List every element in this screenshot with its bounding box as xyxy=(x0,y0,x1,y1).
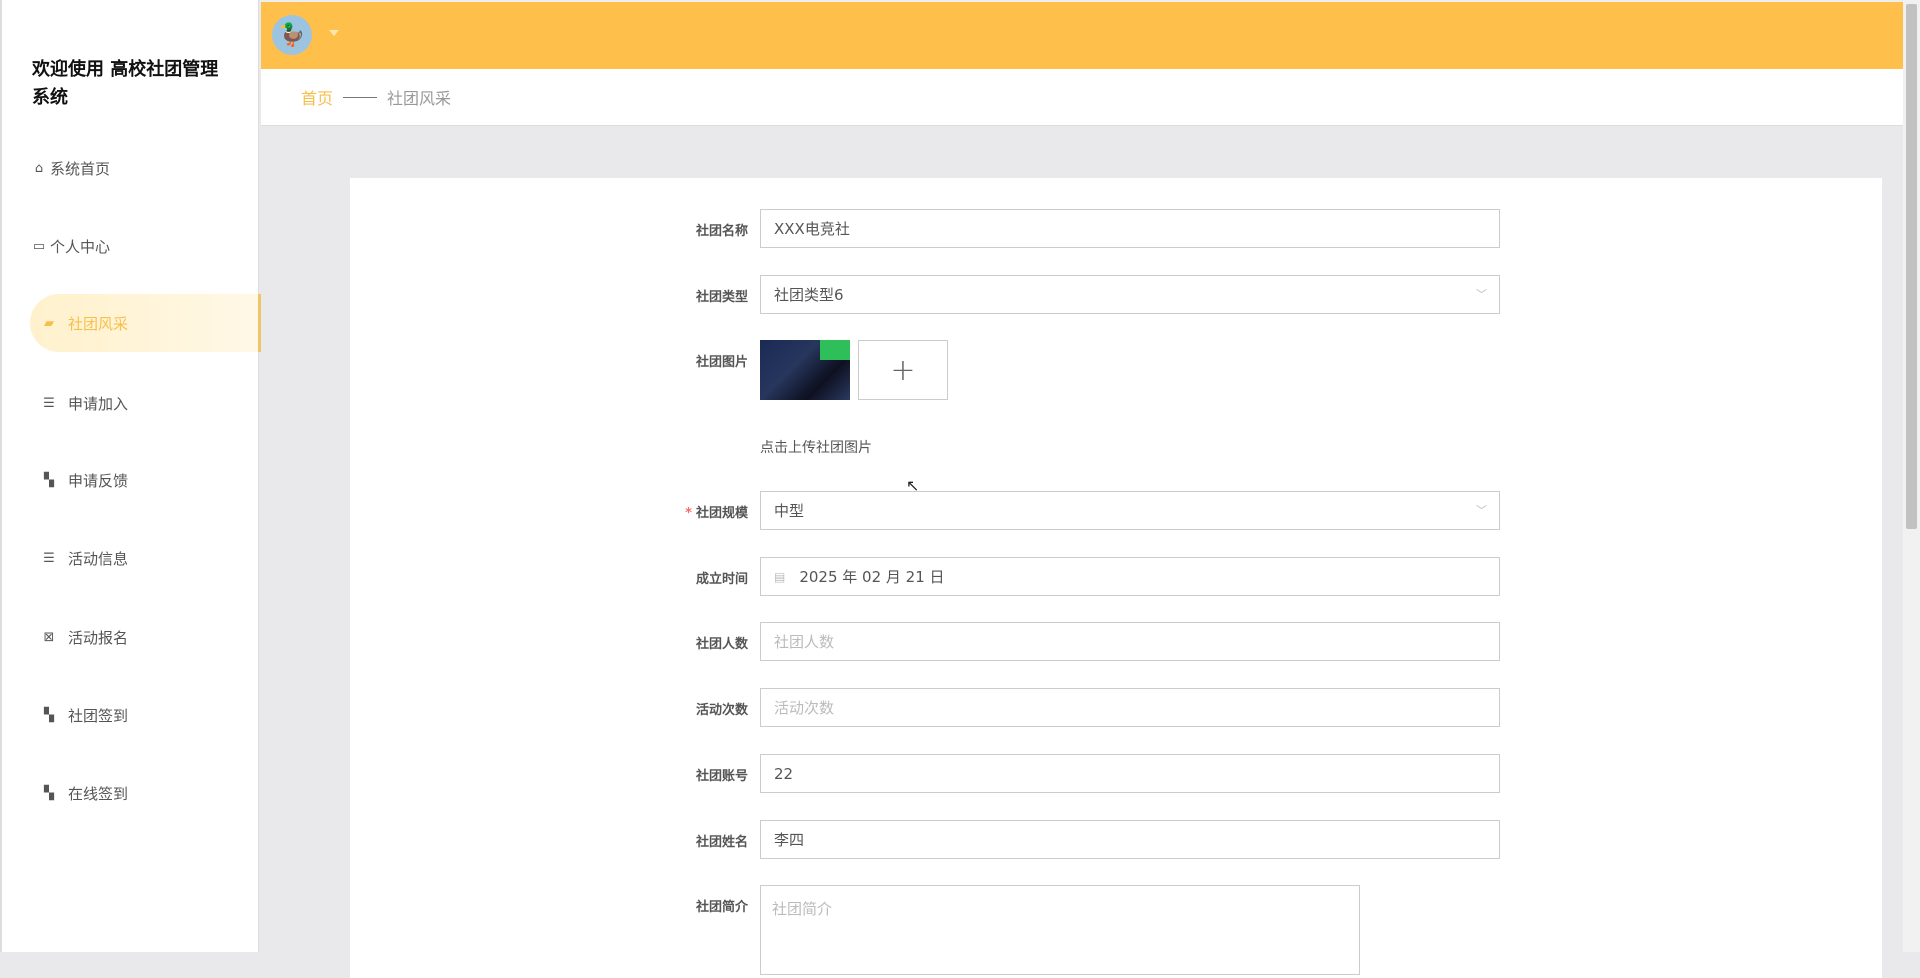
breadcrumb-home[interactable]: 首页 xyxy=(301,85,333,109)
activity-count-input[interactable]: 活动次数 xyxy=(760,688,1500,727)
upload-hint: 点击上传社团图片 xyxy=(760,440,872,456)
sidebar-item-label: 社团风采 xyxy=(68,314,129,333)
sidebar-item-online-checkin[interactable]: ▚ 在线签到 xyxy=(30,764,261,822)
ticket-icon: ▰ xyxy=(44,315,54,331)
grid-icon: ▚ xyxy=(44,707,54,723)
club-type-value: 社团类型6 xyxy=(774,286,844,304)
list-icon: ☰ xyxy=(43,395,55,411)
founded-date-value: 2025 年 02 月 21 日 xyxy=(799,568,945,586)
grid-icon: ▚ xyxy=(44,472,54,488)
sidebar-item-label: 在线签到 xyxy=(68,784,129,803)
chevron-down-icon: ﹀ xyxy=(1476,288,1487,301)
sidebar: 欢迎使用 高校社团管理系统 ⌂ 系统首页 ▭ 个人中心 ▰ 社团风采 ☰ 申请加入 ▚ 申… xyxy=(0,0,261,952)
sidebar-item-club-checkin[interactable]: ▚ 社团签到 xyxy=(30,686,261,744)
breadcrumb-separator xyxy=(343,96,378,98)
wallet-icon: ▭ xyxy=(32,238,46,254)
scrollbar[interactable] xyxy=(1903,0,1920,952)
label-club-account: 社团账号 xyxy=(695,769,748,784)
label-club-type: 社团类型 xyxy=(695,290,748,305)
sidebar-item-activity-info[interactable]: ☰ 活动信息 xyxy=(30,529,261,587)
sidebar-item-label: 个人中心 xyxy=(50,237,111,256)
label-founded-date: 成立时间 xyxy=(695,572,748,587)
founded-date-picker[interactable]: ▤ 2025 年 02 月 21 日 xyxy=(760,557,1500,596)
mouse-cursor-icon: ↖ xyxy=(906,476,920,495)
breadcrumb: 首页 社团风采 xyxy=(261,69,1903,126)
chevron-down-icon: ﹀ xyxy=(1476,504,1487,517)
top-header: 🦆 xyxy=(261,0,1903,69)
club-image-thumbnail[interactable] xyxy=(760,340,850,400)
list-icon: ☰ xyxy=(43,550,55,566)
sidebar-item-apply-feedback[interactable]: ▚ 申请反馈 xyxy=(30,451,261,509)
app-title: 欢迎使用 高校社团管理系统 xyxy=(32,59,219,108)
label-club-scale: * 社团规模 xyxy=(548,502,748,521)
sidebar-item-apply-join[interactable]: ☰ 申请加入 xyxy=(30,374,261,432)
sidebar-item-label: 社团签到 xyxy=(68,706,129,725)
breadcrumb-current: 社团风采 xyxy=(387,89,452,108)
club-intro-textarea[interactable]: 社团简介 xyxy=(760,885,1360,975)
required-marker: * xyxy=(685,506,692,521)
sidebar-item-label: 申请加入 xyxy=(68,394,129,413)
user-avatar[interactable]: 🦆 xyxy=(272,15,312,55)
label-activity-count: 活动次数 xyxy=(695,703,748,718)
sidebar-item-label: 系统首页 xyxy=(50,159,111,178)
calendar-icon: ▤ xyxy=(774,569,786,584)
sidebar-item-home[interactable]: ⌂ 系统首页 xyxy=(30,139,261,197)
home-icon: ⌂ xyxy=(34,160,44,176)
sidebar-item-label: 申请反馈 xyxy=(68,471,129,490)
sidebar-item-club-showcase[interactable]: ▰ 社团风采 xyxy=(30,294,261,352)
clipboard-icon: ⊠ xyxy=(43,629,55,645)
sidebar-item-profile[interactable]: ▭ 个人中心 xyxy=(30,217,261,275)
sidebar-item-activity-signup[interactable]: ⊠ 活动报名 xyxy=(30,608,261,666)
duck-icon: 🦆 xyxy=(278,22,306,48)
label-club-name: 社团名称 xyxy=(695,224,748,239)
chevron-down-icon[interactable] xyxy=(329,30,339,36)
label-club-image: 社团图片 xyxy=(695,355,748,370)
club-scale-value: 中型 xyxy=(774,502,805,520)
club-type-select[interactable]: 社团类型6 ﹀ xyxy=(760,275,1500,314)
sidebar-item-label: 活动信息 xyxy=(68,549,129,568)
scrollbar-thumb[interactable] xyxy=(1906,4,1917,529)
grid-icon: ▚ xyxy=(44,785,54,801)
club-scale-select[interactable]: 中型 ﹀ xyxy=(760,491,1500,530)
club-form: 社团名称 XXX电竞社 社团类型 社团类型6 ﹀ 社团图片 + 点击上传社团图片 * 社团… xyxy=(350,178,1882,978)
label-member-count: 社团人数 xyxy=(695,637,748,652)
member-count-input[interactable]: 社团人数 xyxy=(760,622,1500,661)
label-club-intro: 社团简介 xyxy=(695,900,748,915)
club-name-input[interactable]: XXX电竞社 xyxy=(760,209,1500,248)
label-club-owner: 社团姓名 xyxy=(695,835,748,850)
club-owner-input[interactable]: 李四 xyxy=(760,820,1500,859)
club-account-input[interactable]: 22 xyxy=(760,754,1500,793)
label-text: 社团规模 xyxy=(695,506,748,521)
sidebar-item-label: 活动报名 xyxy=(68,628,129,647)
upload-image-button[interactable]: + xyxy=(858,340,948,400)
